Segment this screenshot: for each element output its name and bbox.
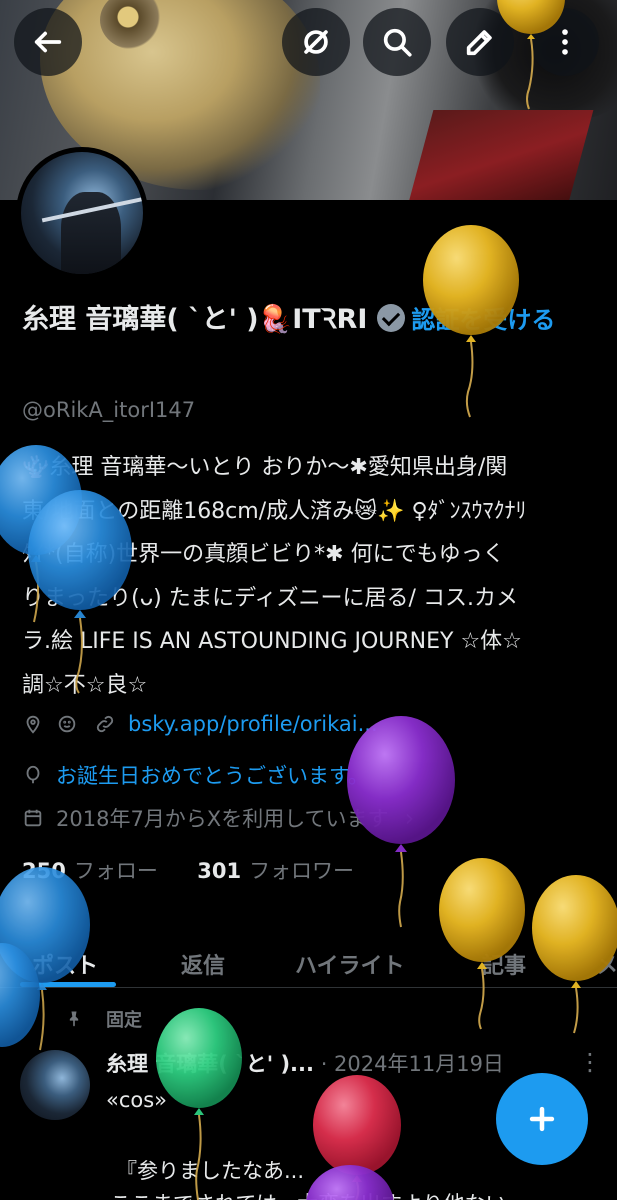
plus-icon (529, 1106, 555, 1132)
location-pin-icon (26, 715, 40, 734)
post-text-line: «cos» (106, 1088, 168, 1112)
followers-count: 301 (197, 859, 242, 883)
tab-replies[interactable]: 返信 (181, 934, 225, 994)
chevron-right-icon: › (404, 804, 415, 832)
profile-tabs: ポスト 返信 ハイライト 記事 メ (0, 920, 617, 988)
arrow-left-icon (34, 31, 62, 53)
profile-bio: 🪸糸理 音璃華〜いとり おりか〜✱愛知県出身/関 東/地面との距離168cm/成… (22, 446, 602, 707)
pin-icon (69, 1011, 79, 1027)
more-vertical-icon (562, 29, 568, 55)
edit-icon (466, 30, 492, 56)
joined-date: 2018年7月からXを利用しています (56, 807, 389, 831)
back-button[interactable] (14, 8, 82, 76)
balloon-icon (26, 765, 40, 784)
followers-label: フォロワー (249, 859, 355, 883)
post-text-line: 『参りましたなあ... (116, 1159, 305, 1183)
search-icon (383, 28, 412, 57)
post-date: · 2024年11月19日 (320, 1052, 504, 1076)
bio-line: 調☆不☆良☆ (22, 672, 148, 698)
balloon-red (313, 1075, 401, 1200)
bio-line: ラ.絵 LIFE IS AN ASTOUNDING JOURNEY ☆体☆ (22, 629, 522, 654)
following-link[interactable]: 250 フォロー (22, 859, 158, 883)
following-count: 250 (22, 859, 66, 883)
link-icon (96, 715, 114, 733)
smile-icon (58, 715, 76, 733)
profile-name-row: 糸理 音璃華( `と' )🪼ITꝚRI 認証を受ける (22, 298, 602, 342)
display-name: 糸理 音璃華( `と' )🪼ITꝚRI (22, 304, 368, 335)
profile-website-link[interactable]: bsky.app/profile/orikai... (128, 712, 378, 736)
bio-line: りまったり(ᴗ) たまにディズニーに居る/ コス.カメ (22, 585, 518, 611)
bio-line: 東/地面との距離168cm/成人済み😿✨ ♀ﾀﾞﾝｽｳﾏｸﾅﾘ (22, 498, 527, 524)
search-button[interactable] (363, 8, 431, 76)
birthday-message[interactable]: お誕生日おめでとうございます。 (56, 760, 369, 790)
tab-articles[interactable]: 記事 (482, 934, 526, 994)
bio-line: 🪸糸理 音璃華〜いとり おりか〜✱愛知県出身/関 (22, 455, 508, 480)
hide-media-icon (304, 30, 328, 54)
profile-avatar[interactable] (16, 147, 148, 279)
post-author-name[interactable]: 糸理 音璃華( `と' )... (106, 1052, 314, 1076)
verified-badge-icon (377, 304, 406, 332)
bio-line: ﾀｲ*(自称)世界一の真顔ビビり*✱ 何にでもゆっく (22, 542, 505, 567)
profile-birthday-row: お誕生日おめでとうございます。 (22, 760, 369, 790)
tab-active-indicator (20, 982, 116, 987)
get-verified-link[interactable]: 認証を受ける (411, 306, 555, 334)
tab-highlights[interactable]: ハイライト (295, 934, 405, 994)
following-label: フォロー (73, 859, 158, 883)
post-author-avatar[interactable] (20, 1050, 90, 1120)
compose-post-button[interactable] (496, 1073, 588, 1165)
pinned-label: 固定 (106, 1010, 142, 1031)
post-text-line: ここまでされては...大変を出すより他ない (110, 1188, 507, 1200)
profile-meta-links: bsky.app/profile/orikai... (22, 712, 378, 736)
followers-link[interactable]: 301 フォロワー (197, 859, 354, 883)
calendar-icon (24, 809, 42, 827)
banner-art-red-cloth (406, 110, 594, 200)
profile-handle: @oRikA_itorI147 (22, 398, 196, 422)
profile-joined-row[interactable]: 2018年7月からXを利用しています › (22, 803, 414, 833)
post-header: 糸理 音璃華( `と' )... · 2024年11月19日 (106, 1048, 586, 1078)
hide-media-button[interactable] (282, 8, 350, 76)
post-more-icon[interactable]: ⋮ (578, 1048, 602, 1076)
edit-button[interactable] (446, 8, 514, 76)
more-button[interactable] (531, 8, 599, 76)
tab-media[interactable]: メ (596, 934, 617, 994)
follow-counts: 250 フォロー 301 フォロワー (22, 855, 354, 885)
pinned-label-row: 固定 (64, 1006, 142, 1032)
